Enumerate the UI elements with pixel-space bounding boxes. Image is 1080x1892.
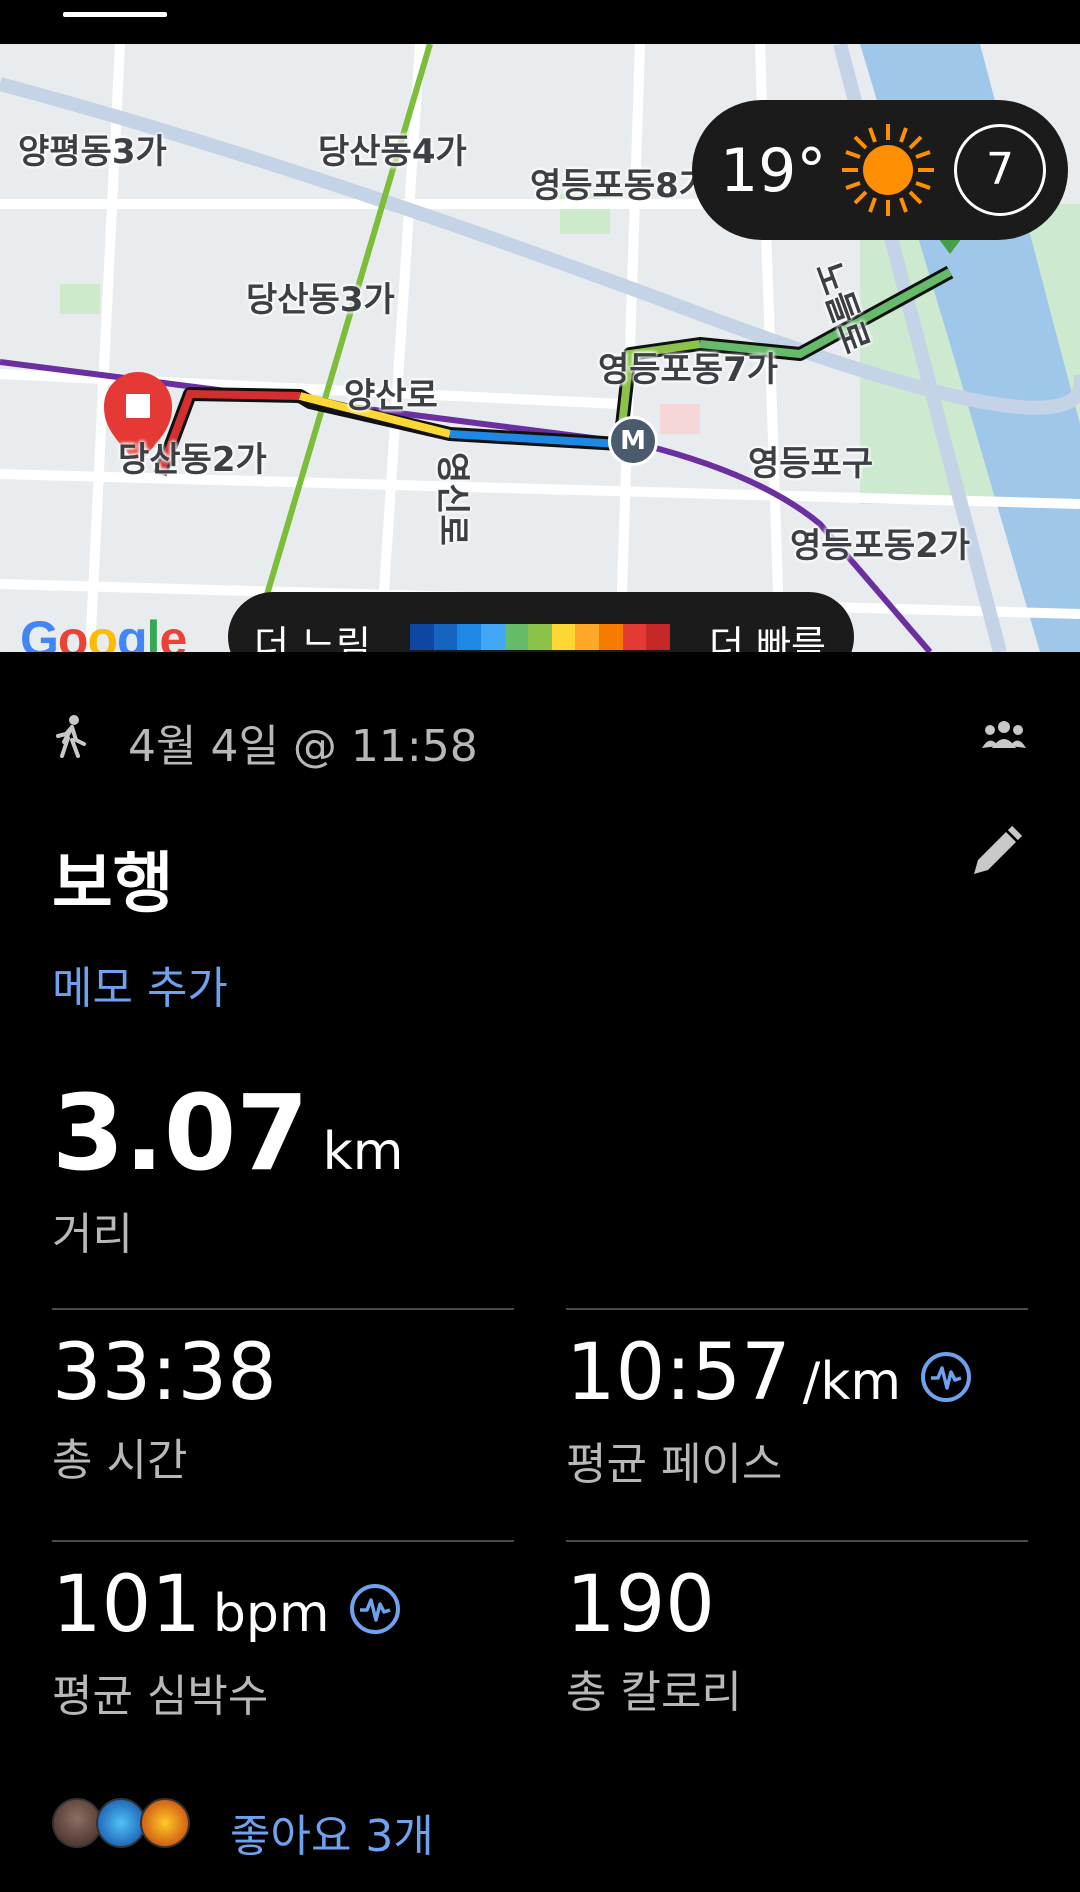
edit-icon[interactable] — [968, 824, 1024, 880]
pace-color-swatch — [433, 624, 458, 650]
divider — [566, 1308, 1028, 1310]
likes-count[interactable]: 좋아요 3개 — [230, 1800, 434, 1864]
pace-color-scale — [410, 624, 671, 650]
stat-value: 10:57 — [566, 1328, 791, 1418]
distance-stat: 3.07 km — [52, 1072, 403, 1194]
stat-label: 평균 페이스 — [566, 1438, 783, 1490]
avatar[interactable] — [96, 1798, 146, 1848]
pace-color-swatch — [528, 624, 552, 650]
divider — [52, 1308, 514, 1310]
temperature: 19° — [720, 136, 827, 206]
stat-unit: bpm — [212, 1584, 330, 1644]
map-label-yangsanro: 양산로 — [344, 376, 438, 416]
pace-color-swatch — [599, 624, 623, 650]
pace-color-swatch — [646, 624, 671, 650]
pace-color-swatch — [457, 624, 481, 650]
heart-rate-chart-icon[interactable] — [348, 1582, 402, 1636]
pace-legend-slow: 더 느림 — [254, 623, 371, 652]
pace-legend-fast: 더 빠름 — [709, 623, 826, 652]
pace-chart-icon[interactable] — [919, 1350, 973, 1404]
stat-total-calories: 190 총 칼로리 — [566, 1560, 742, 1720]
map-label-yeongsinro: 영신로 — [432, 452, 472, 546]
map-label-yeongdeungpo2: 영등포동2가 — [790, 526, 971, 566]
map-label-dangsan4: 당산동4가 — [318, 132, 467, 172]
distance-value: 3.07 — [52, 1072, 309, 1194]
status-indicator — [63, 12, 167, 17]
stat-unit: /km — [802, 1352, 902, 1412]
map-label-yeongdeungpogu: 영등포구 — [748, 444, 874, 484]
stat-label: 총 시간 — [52, 1435, 188, 1486]
activity-header: 4월 4일 @ 11:58 — [52, 704, 1032, 772]
sun-icon — [842, 124, 934, 216]
metro-station-icon: M — [608, 416, 658, 466]
stat-value: 33:38 — [52, 1328, 277, 1418]
map-label-yeongdeungpo7: 영등포동7가 — [598, 350, 779, 390]
add-memo-link[interactable]: 메모 추가 — [52, 952, 228, 1016]
map-label-yangpyeong3: 양평동3가 — [18, 132, 167, 172]
avatar[interactable] — [140, 1798, 190, 1848]
avatar[interactable] — [52, 1798, 102, 1848]
walk-icon — [56, 715, 86, 758]
route-map[interactable]: 양평동3가 당산동4가 영등포동8가 당산동3가 영등포동7가 양산로 영신로 … — [0, 44, 1080, 652]
stat-total-time: 33:38 총 시간 — [52, 1328, 277, 1488]
pace-legend: 더 느림 더 빠름 — [228, 592, 854, 652]
pace-color-swatch — [480, 624, 505, 650]
pace-color-swatch — [551, 624, 576, 650]
uv-index: 7 — [986, 144, 1014, 195]
stat-avg-heart-rate: 101 bpm 평균 심박수 — [52, 1560, 402, 1724]
status-bar — [0, 0, 1080, 44]
stat-label: 평균 심박수 — [52, 1670, 269, 1722]
divider — [52, 1540, 514, 1542]
divider — [566, 1540, 1028, 1542]
map-label-dangsan3: 당산동3가 — [246, 280, 395, 320]
map-label-dangsan2: 당산동2가 — [118, 440, 267, 480]
likes-row[interactable]: 좋아요 3개 — [52, 1798, 952, 1862]
pace-color-swatch — [504, 624, 529, 650]
distance-unit: km — [322, 1122, 404, 1182]
pace-color-swatch — [410, 624, 434, 650]
group-icon[interactable] — [982, 720, 1026, 748]
stat-value: 101 — [52, 1560, 201, 1650]
distance-label: 거리 — [52, 1209, 133, 1260]
pace-color-swatch — [622, 624, 647, 650]
weather-badge: 19° 7 — [692, 100, 1068, 240]
activity-date: 4월 4일 @ 11:58 — [128, 721, 478, 772]
stat-label: 총 칼로리 — [566, 1667, 742, 1718]
activity-title: 보행 — [52, 845, 174, 922]
stat-value: 190 — [566, 1560, 715, 1650]
stat-avg-pace: 10:57/km 평균 페이스 — [566, 1328, 973, 1492]
map-label-yeongdeungpo8: 영등포동8가 — [530, 166, 711, 206]
google-logo: Google — [20, 611, 187, 652]
uv-index-dial: 7 — [954, 124, 1046, 216]
pace-color-swatch — [575, 624, 600, 650]
